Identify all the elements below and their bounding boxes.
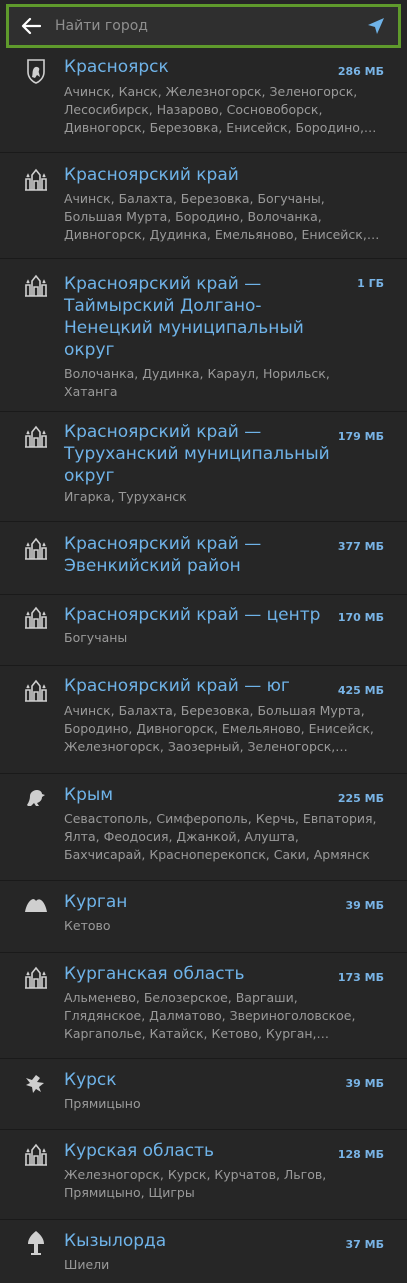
arrow-left-icon	[21, 17, 41, 35]
mound-icon	[21, 890, 51, 920]
list-item[interactable]: Красноярск 286 МБ Ачинск, Канск, Железно…	[0, 48, 407, 153]
building-icon	[21, 963, 51, 993]
region-name: Красноярский край — Туруханский муниципа…	[64, 422, 330, 486]
region-cities: Богучаны	[64, 630, 128, 645]
region-name: Курганская область	[64, 964, 245, 984]
region-size: 377 МБ	[337, 540, 384, 553]
list-item[interactable]: Курск 39 МБ Прямицыно	[0, 1059, 407, 1130]
region-cities: Ачинск, Балахта, Березовка, Большая Мурт…	[64, 703, 374, 754]
region-name: Курск	[64, 1070, 117, 1090]
search-input[interactable]	[53, 6, 354, 46]
region-cities: Альменево, Белозерское, Варгаши, Глядянс…	[64, 990, 356, 1041]
list-item[interactable]: Красноярский край — центр 170 МБ Богучан…	[0, 595, 407, 666]
building-icon	[21, 676, 51, 706]
region-size: 39 МБ	[345, 1077, 384, 1090]
region-name: Курская область	[64, 1141, 215, 1161]
region-cities: Волочанка, Дудинка, Караул, Норильск, Ха…	[64, 366, 330, 399]
region-size: 173 МБ	[337, 971, 384, 984]
region-cities: Севастополь, Симферополь, Керчь, Евпатор…	[64, 811, 377, 862]
region-cities: Ачинск, Канск, Железногорск, Зеленогорск…	[64, 84, 364, 135]
region-name: Красноярский край — юг	[64, 676, 290, 696]
building-icon	[21, 165, 51, 195]
back-button[interactable]	[9, 7, 53, 45]
search-bar	[6, 4, 401, 48]
list-item[interactable]: Курган 39 МБ Кетово	[0, 881, 407, 953]
building-icon	[21, 603, 51, 633]
region-cities: Игарка, Туруханск	[64, 489, 187, 504]
list-item[interactable]: Курская область 128 МБ Железногорск, Кур…	[0, 1130, 407, 1220]
region-size: 1 ГБ	[357, 277, 384, 290]
region-size: 170 МБ	[337, 611, 384, 624]
region-name: Кызылорда	[64, 1231, 167, 1251]
bird-icon	[21, 1068, 51, 1098]
building-icon	[21, 422, 51, 452]
region-size: 225 МБ	[337, 792, 384, 805]
my-location-button[interactable]	[354, 7, 398, 45]
region-size: 37 МБ	[345, 1238, 384, 1251]
list-item[interactable]: Красноярский край Ачинск, Балахта, Берез…	[0, 153, 407, 259]
building-icon	[21, 271, 51, 301]
region-size: 128 МБ	[337, 1148, 384, 1161]
lion-crest-icon	[21, 56, 51, 86]
region-size: 179 МБ	[337, 430, 384, 443]
building-icon	[21, 534, 51, 564]
region-cities: Железногорск, Курск, Курчатов, Льгов, Пр…	[64, 1167, 327, 1200]
region-name: Красноярск	[64, 57, 169, 77]
list-item[interactable]: Красноярский край — Туруханский муниципа…	[0, 412, 407, 522]
list-item[interactable]: Красноярский край — Эвенкийский район 37…	[0, 522, 407, 595]
region-name: Красноярский край — Таймырский Долгано-Н…	[64, 274, 304, 360]
region-size: 286 МБ	[337, 65, 384, 78]
region-cities: Прямицыно	[64, 1096, 141, 1111]
region-cities: Кетово	[64, 918, 111, 933]
list-item[interactable]: Курганская область 173 МБ Альменево, Бел…	[0, 953, 407, 1059]
griffin-icon	[21, 782, 51, 812]
list-item[interactable]: Кызылорда 37 МБ Шиели	[0, 1220, 407, 1283]
region-name: Красноярский край	[64, 165, 239, 185]
region-cities: Ачинск, Балахта, Березовка, Богучаны, Бо…	[64, 191, 367, 242]
location-arrow-icon	[368, 18, 384, 34]
region-name: Красноярский край — Эвенкийский район	[64, 534, 262, 576]
region-cities: Шиели	[64, 1257, 110, 1272]
building-icon	[21, 1140, 51, 1170]
region-list: Красноярск 286 МБ Ачинск, Канск, Железно…	[0, 48, 407, 1283]
list-item[interactable]: Красноярский край — юг 425 МБ Ачинск, Ба…	[0, 666, 407, 774]
region-name: Курган	[64, 892, 128, 912]
list-item[interactable]: Крым 225 МБ Севастополь, Симферополь, Ке…	[0, 774, 407, 881]
list-item[interactable]: Красноярский край — Таймырский Долгано-Н…	[0, 259, 407, 412]
region-name: Крым	[64, 785, 114, 805]
region-name: Красноярский край — центр	[64, 605, 321, 625]
monument-icon	[21, 1228, 51, 1258]
region-size: 425 МБ	[337, 684, 384, 697]
region-size: 39 МБ	[345, 899, 384, 912]
